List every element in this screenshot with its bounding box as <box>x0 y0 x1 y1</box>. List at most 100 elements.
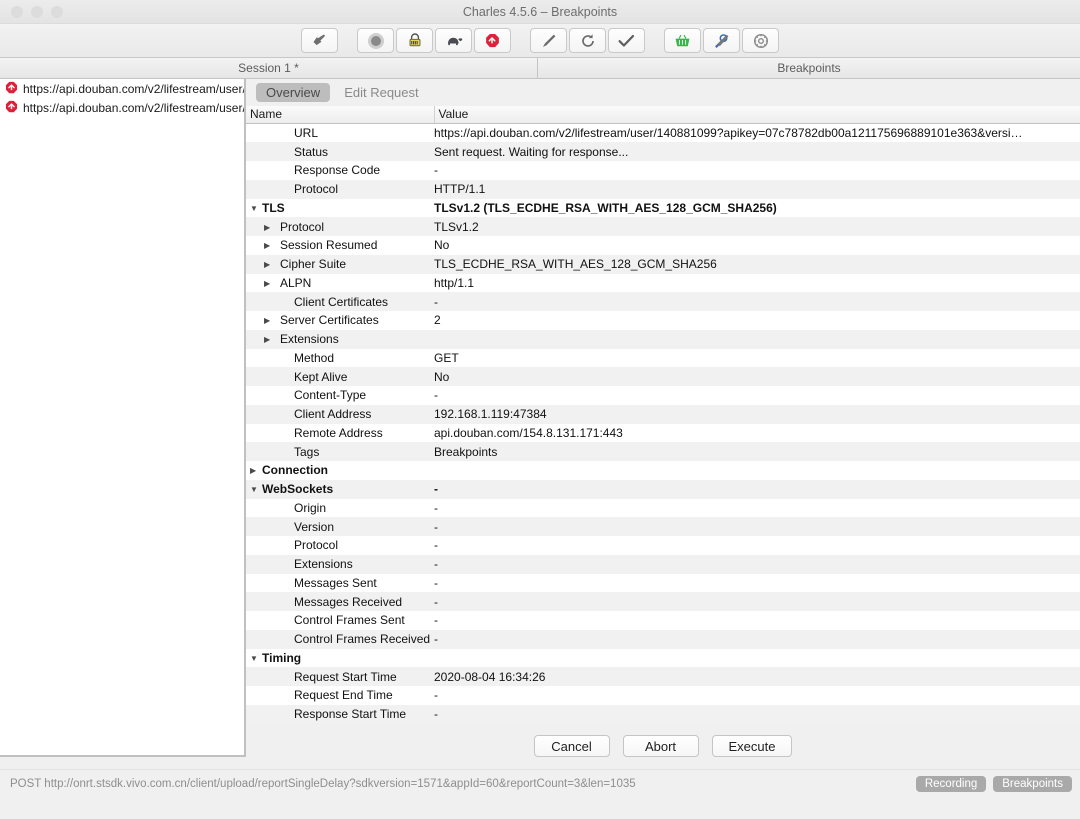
table-row[interactable]: ▶ Status Sent request. Waiting for respons… <box>246 142 1080 161</box>
twisty-spacer: ▶ <box>264 373 276 382</box>
table-row[interactable]: ▼ TLS TLSv1.2 (TLS_ECDHE_RSA_WITH_AES_128_… <box>246 198 1080 218</box>
session-pane-header[interactable]: Session 1 * <box>0 58 538 79</box>
green-basket-icon <box>674 33 691 48</box>
compose-button[interactable] <box>530 28 567 53</box>
twisty-spacer: ▶ <box>264 391 276 400</box>
table-row[interactable]: ▶ Control Frames Received- <box>246 629 1080 649</box>
column-header-value[interactable]: Value <box>434 106 1080 124</box>
table-row[interactable]: ▶ Server Certificates 2 <box>246 311 1080 330</box>
overview-table-wrap[interactable]: Name Value ▶ URL https://api.douban.com/v2… <box>246 106 1080 723</box>
table-row[interactable]: ▶ Tags Breakpoints <box>246 442 1080 461</box>
row-name-label: Remote Address <box>294 425 383 440</box>
chevron-down-icon[interactable]: ▼ <box>250 485 262 494</box>
table-row[interactable]: ▶ Protocol TLSv1.2 <box>246 217 1080 236</box>
record-button[interactable] <box>357 28 394 53</box>
chevron-right-icon[interactable]: ▶ <box>250 466 262 475</box>
row-name-label: Client Certificates <box>294 294 389 309</box>
lock-icon <box>408 33 422 48</box>
breakpoints-badge[interactable]: Breakpoints <box>993 776 1072 792</box>
clear-session-button[interactable] <box>301 28 338 53</box>
row-value-cell: 2020-08-04 16:34:26 <box>434 667 1080 686</box>
table-row[interactable]: ▶ Origin - <box>246 498 1080 518</box>
table-row[interactable]: ▶ Extensions - <box>246 554 1080 574</box>
row-name-cell: ▶ Client Certificates <box>246 292 434 311</box>
chevron-right-icon[interactable]: ▶ <box>264 316 276 325</box>
table-row[interactable]: ▶ Protocol HTTP/1.1 <box>246 179 1080 199</box>
recording-badge[interactable]: Recording <box>915 776 987 792</box>
ssl-proxying-button[interactable] <box>396 28 433 53</box>
row-name-label: Extensions <box>294 557 353 572</box>
row-name-label: Version <box>294 519 335 534</box>
chevron-right-icon[interactable]: ▶ <box>264 279 276 288</box>
breakpoints-pane-header[interactable]: Breakpoints <box>538 58 1080 79</box>
table-row[interactable]: ▶ Content-Type - <box>246 386 1080 405</box>
row-name-cell: ▶ Kept Alive <box>246 367 434 386</box>
table-row[interactable]: ▶ Cipher Suite TLS_ECDHE_RSA_WITH_AES_128_… <box>246 254 1080 274</box>
row-name-cell: ▶ Response Start Time <box>246 704 434 723</box>
table-row[interactable]: ▶ Version - <box>246 517 1080 536</box>
table-row[interactable]: ▶ Kept Alive No <box>246 367 1080 386</box>
table-row[interactable]: ▶ Protocol - <box>246 536 1080 555</box>
row-value-cell: Breakpoints <box>434 442 1080 461</box>
chevron-down-icon[interactable]: ▼ <box>250 654 262 663</box>
table-row[interactable]: ▶ Response Start Time - <box>246 704 1080 723</box>
repeat-button[interactable] <box>569 28 606 53</box>
row-name-cell: ▶ Server Certificates <box>246 311 434 330</box>
chevron-right-icon[interactable]: ▶ <box>264 260 276 269</box>
row-name-label: Control Frames Sent <box>294 613 405 628</box>
row-value-cell: - <box>434 686 1080 705</box>
window-titlebar: Charles 4.5.6 – Breakpoints <box>0 0 1080 24</box>
list-item[interactable]: https://api.douban.com/v2/lifestream/use… <box>0 98 244 117</box>
row-name-label: Cipher Suite <box>280 257 347 272</box>
execute-button[interactable]: Execute <box>711 735 793 757</box>
table-row[interactable]: ▶ Response Code - <box>246 161 1080 180</box>
row-name-cell: ▶ Protocol <box>246 179 434 199</box>
close-button[interactable] <box>11 5 23 18</box>
row-name-label: WebSockets <box>262 482 334 497</box>
tools-button[interactable] <box>703 28 740 53</box>
table-row[interactable]: ▶ ALPN http/1.1 <box>246 273 1080 293</box>
basket-button[interactable] <box>664 28 701 53</box>
row-value-cell: - <box>434 704 1080 723</box>
validate-button[interactable] <box>608 28 645 53</box>
table-row[interactable]: ▶ Remote Address api.douban.com/154.8.131.… <box>246 423 1080 443</box>
row-name-cell: ▶ Extensions <box>246 329 434 349</box>
table-row[interactable]: ▼ WebSockets - <box>246 479 1080 499</box>
tab-edit-request[interactable]: Edit Request <box>334 83 428 102</box>
minimize-button[interactable] <box>31 5 43 18</box>
table-row[interactable]: ▶ Request End Time - <box>246 686 1080 705</box>
detail-pane: Overview Edit Request Name Value ▶ URL htt… <box>246 79 1080 769</box>
row-name-label: Client Address <box>294 407 372 422</box>
table-row[interactable]: ▶ Client Certificates - <box>246 292 1080 311</box>
cancel-button[interactable]: Cancel <box>533 735 610 757</box>
table-row[interactable]: ▶ Control Frames Sent - <box>246 611 1080 630</box>
tab-overview[interactable]: Overview <box>256 83 331 102</box>
session-list[interactable]: https://api.douban.com/v2/lifestream/use… <box>0 79 246 757</box>
table-row[interactable]: ▶ Client Address 192.168.1.119:47384 <box>246 404 1080 424</box>
chevron-right-icon[interactable]: ▶ <box>264 335 276 344</box>
table-row[interactable]: ▶ Messages Sent - <box>246 573 1080 593</box>
table-row[interactable]: ▼ Timing <box>246 648 1080 668</box>
throttle-button[interactable] <box>435 28 472 53</box>
table-row[interactable]: ▶ Method GET <box>246 348 1080 368</box>
table-row[interactable]: ▶ Connection <box>246 461 1080 480</box>
chevron-right-icon[interactable]: ▶ <box>264 223 276 232</box>
row-name-label: Request End Time <box>294 688 393 703</box>
zoom-button[interactable] <box>51 5 63 18</box>
chevron-down-icon[interactable]: ▼ <box>250 204 262 213</box>
row-name-label: Protocol <box>294 538 339 553</box>
column-header-name[interactable]: Name <box>246 106 435 124</box>
abort-button[interactable]: Abort <box>622 735 699 757</box>
table-row[interactable]: ▶ Extensions <box>246 329 1080 349</box>
table-row[interactable]: ▶ URL https://api.douban.com/v2/lifestream… <box>246 123 1080 143</box>
chevron-right-icon[interactable]: ▶ <box>264 241 276 250</box>
settings-button[interactable] <box>742 28 779 53</box>
table-row[interactable]: ▶ Messages Received - <box>246 592 1080 611</box>
table-row[interactable]: ▶ Request Start Time 2020-08-04 16:34:26 <box>246 667 1080 686</box>
row-name-label: TLS <box>262 200 285 215</box>
table-row[interactable]: ▶ Session Resumed No <box>246 236 1080 255</box>
breakpoints-button[interactable] <box>474 28 511 53</box>
row-value-cell: http/1.1 <box>434 273 1080 293</box>
row-name-label: ALPN <box>280 275 312 290</box>
list-item[interactable]: https://api.douban.com/v2/lifestream/use… <box>0 79 244 98</box>
